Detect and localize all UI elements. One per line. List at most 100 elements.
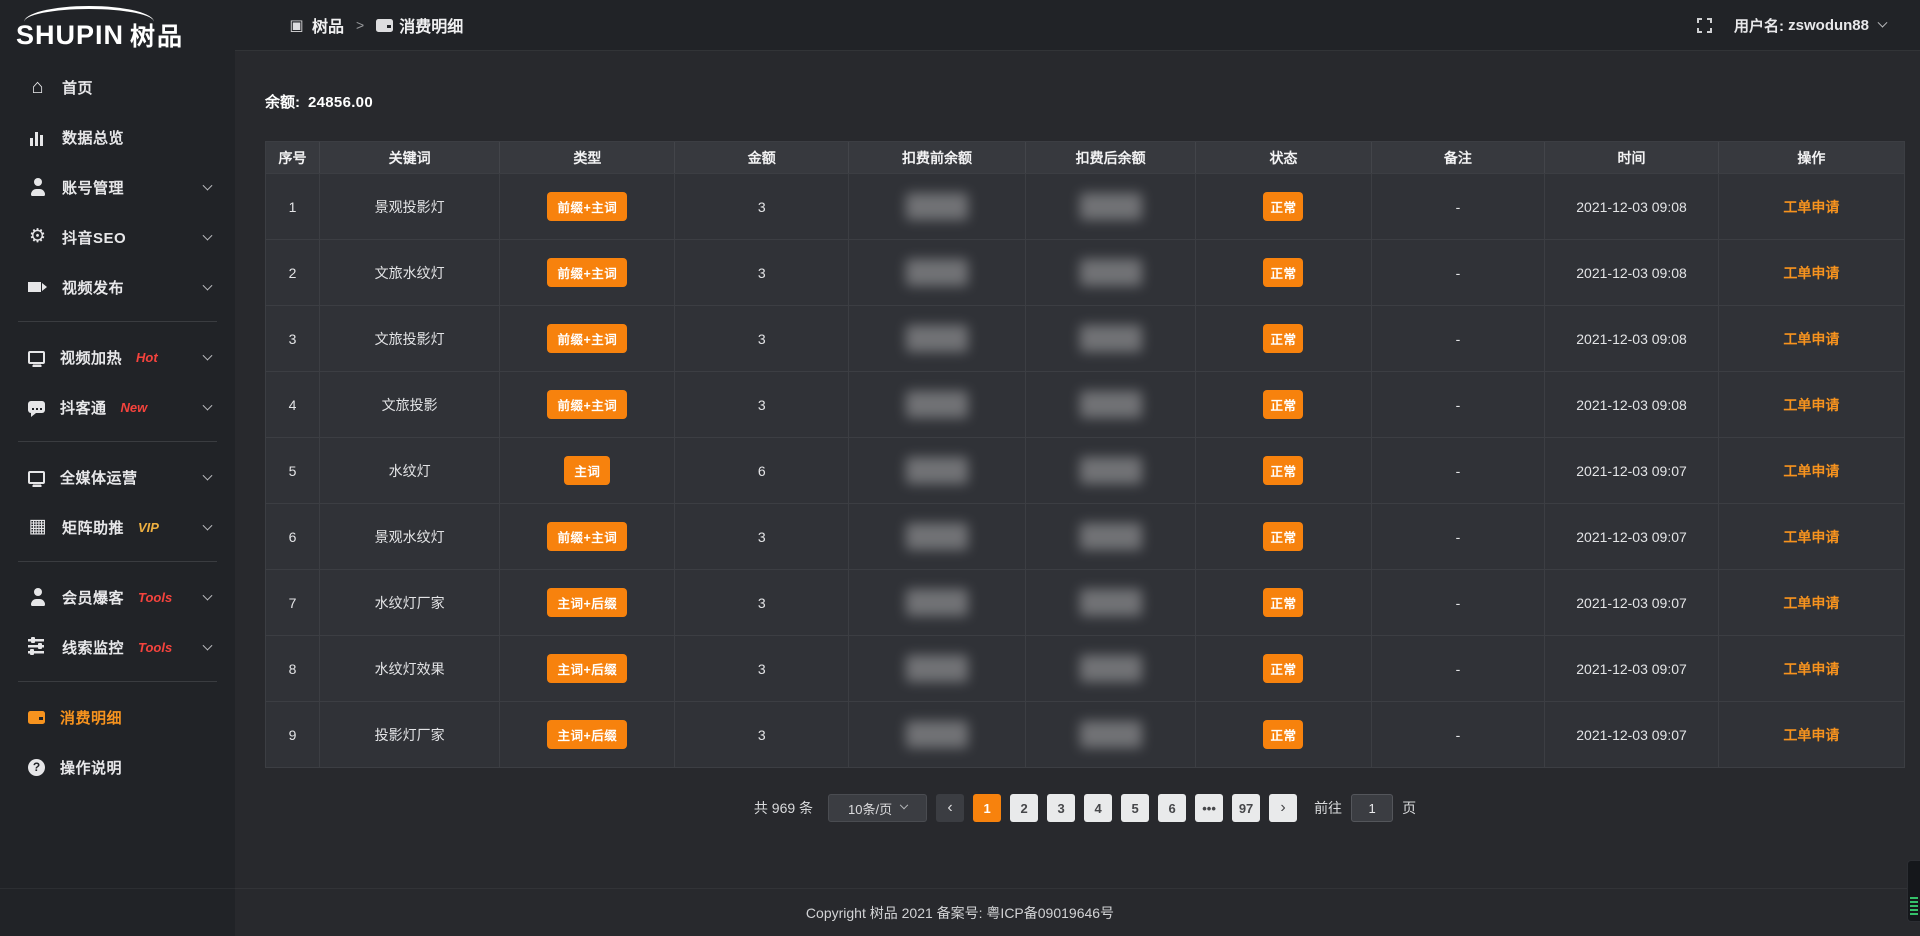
page-button[interactable]: 6 <box>1158 794 1186 822</box>
cell-keyword: 文旅投影 <box>320 372 500 437</box>
page-button[interactable]: 4 <box>1084 794 1112 822</box>
page-button[interactable]: 5 <box>1121 794 1149 822</box>
blurred-balance-before <box>906 721 968 748</box>
side-chat-widget[interactable] <box>1907 860 1920 922</box>
work-order-link[interactable]: 工单申请 <box>1783 593 1839 613</box>
cell-time: 2021-12-03 09:07 <box>1545 570 1719 635</box>
sidebar-item-video-publish[interactable]: 视频发布 <box>0 262 235 312</box>
user-icon <box>28 178 47 196</box>
type-badge: 主词+后缀 <box>547 654 627 683</box>
cell-amount: 3 <box>675 636 849 701</box>
help-circle-icon <box>28 759 45 776</box>
sidebar-item-all-media[interactable]: 全媒体运营 <box>0 452 235 502</box>
wallet-icon <box>376 19 393 32</box>
blurred-balance-before <box>906 457 968 484</box>
page-button[interactable]: 2 <box>1010 794 1038 822</box>
cell-balance-after <box>1026 174 1196 239</box>
page-button[interactable]: 1 <box>973 794 1001 822</box>
work-order-link[interactable]: 工单申请 <box>1783 329 1839 349</box>
grid-icon <box>28 518 47 536</box>
cell-status: 正常 <box>1196 570 1371 635</box>
breadcrumb-root[interactable]: 树品 <box>312 13 344 37</box>
goto-unit: 页 <box>1402 798 1416 818</box>
page-button[interactable]: ••• <box>1195 794 1223 822</box>
cell-type: 前缀+主词 <box>500 174 675 239</box>
video-camera-icon <box>28 278 47 296</box>
page-button[interactable]: 97 <box>1232 794 1260 822</box>
cell-remark: - <box>1372 636 1546 701</box>
status-badge: 正常 <box>1263 192 1303 221</box>
status-badge: 正常 <box>1263 324 1303 353</box>
cell-remark: - <box>1372 702 1546 767</box>
cell-index: 3 <box>266 306 320 371</box>
sidebar-divider <box>18 441 217 442</box>
type-badge: 前缀+主词 <box>547 192 627 221</box>
logo-arc <box>24 6 154 22</box>
chevron-down-icon <box>203 521 213 531</box>
blurred-balance-after <box>1080 721 1142 748</box>
cell-remark: - <box>1372 174 1546 239</box>
cell-type: 主词+后缀 <box>500 636 675 701</box>
sidebar-item-member-baoke[interactable]: 会员爆客 Tools <box>0 572 235 622</box>
user-dropdown[interactable]: 用户名: zswodun88 <box>1734 15 1886 36</box>
type-badge: 主词+后缀 <box>547 588 627 617</box>
balance-value: 24856.00 <box>308 94 373 111</box>
sidebar-item-lead-monitor[interactable]: 线索监控 Tools <box>0 622 235 672</box>
sidebar-item-douketong[interactable]: 抖客通 New <box>0 382 235 432</box>
sidebar-item-consumption-detail[interactable]: 消费明细 <box>0 692 235 742</box>
type-badge: 前缀+主词 <box>547 522 627 551</box>
sidebar-item-douyin-seo[interactable]: 抖音SEO <box>0 212 235 262</box>
work-order-link[interactable]: 工单申请 <box>1783 461 1839 481</box>
cell-keyword: 水纹灯效果 <box>320 636 500 701</box>
status-badge: 正常 <box>1263 720 1303 749</box>
prev-page-button[interactable]: ‹ <box>936 794 964 822</box>
sidebar-item-data-overview[interactable]: 数据总览 <box>0 112 235 162</box>
work-order-link[interactable]: 工单申请 <box>1783 527 1839 547</box>
sidebar-item-instructions[interactable]: 操作说明 <box>0 742 235 792</box>
cell-remark: - <box>1372 306 1546 371</box>
table-row: 1 景观投影灯 前缀+主词 3 正常 - 2021-12-03 09:08 <box>266 173 1904 239</box>
sidebar-item-video-heat[interactable]: 视频加热 Hot <box>0 332 235 382</box>
sidebar-item-account[interactable]: 账号管理 <box>0 162 235 212</box>
table-header-cell: 操作 <box>1719 142 1904 173</box>
main-content: 余额:24856.00 序号关键词类型金额扣费前余额扣费后余额状态备注时间操作 … <box>235 51 1920 936</box>
sidebar-item-home[interactable]: 首页 <box>0 62 235 112</box>
cell-balance-after <box>1026 636 1196 701</box>
logo-text-cn: 树品 <box>130 17 184 53</box>
table-body: 1 景观投影灯 前缀+主词 3 正常 - 2021-12-03 09:08 <box>266 173 1904 767</box>
work-order-link[interactable]: 工单申请 <box>1783 263 1839 283</box>
page-size-select[interactable]: 10条/页 <box>828 794 927 822</box>
cell-keyword: 文旅水纹灯 <box>320 240 500 305</box>
table-header-row: 序号关键词类型金额扣费前余额扣费后余额状态备注时间操作 <box>266 142 1904 173</box>
wallet-icon <box>28 711 45 724</box>
cell-keyword: 投影灯厂家 <box>320 702 500 767</box>
breadcrumb-current: 消费明细 <box>399 13 463 37</box>
balance-display: 余额:24856.00 <box>265 91 373 112</box>
page-button[interactable]: 3 <box>1047 794 1075 822</box>
cell-status: 正常 <box>1196 306 1371 371</box>
cell-status: 正常 <box>1196 372 1371 437</box>
chevron-down-icon <box>203 591 213 601</box>
cell-balance-before <box>849 306 1026 371</box>
cell-time: 2021-12-03 09:07 <box>1545 702 1719 767</box>
blurred-balance-after <box>1080 259 1142 286</box>
fullscreen-icon[interactable] <box>1697 18 1712 33</box>
cell-amount: 3 <box>675 372 849 437</box>
cell-balance-before <box>849 174 1026 239</box>
goto-page-input[interactable] <box>1351 794 1393 822</box>
sidebar-divider <box>18 561 217 562</box>
cell-balance-after <box>1026 504 1196 569</box>
table-row: 9 投影灯厂家 主词+后缀 3 正常 - 2021-12-03 09:07 <box>266 701 1904 767</box>
work-order-link[interactable]: 工单申请 <box>1783 725 1839 745</box>
cell-amount: 3 <box>675 702 849 767</box>
cell-balance-before <box>849 702 1026 767</box>
table-row: 4 文旅投影 前缀+主词 3 正常 - 2021-12-03 09:08 <box>266 371 1904 437</box>
cell-status: 正常 <box>1196 174 1371 239</box>
work-order-link[interactable]: 工单申请 <box>1783 395 1839 415</box>
work-order-link[interactable]: 工单申请 <box>1783 659 1839 679</box>
next-page-button[interactable]: › <box>1269 794 1297 822</box>
chevron-down-icon <box>203 641 213 651</box>
sidebar-item-matrix-boost[interactable]: 矩阵助推 VIP <box>0 502 235 552</box>
work-order-link[interactable]: 工单申请 <box>1783 197 1839 217</box>
cell-index: 4 <box>266 372 320 437</box>
